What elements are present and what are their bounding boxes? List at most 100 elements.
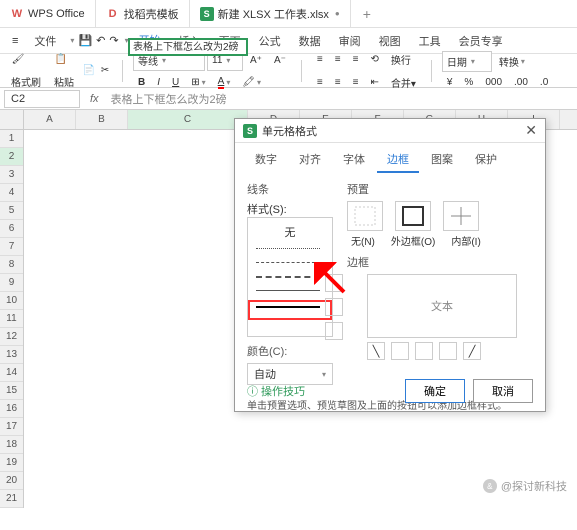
line-style-dashed[interactable] [256,262,320,270]
border-diag-up-button[interactable]: ╱ [463,342,481,360]
fill-color-icon[interactable]: 🖍▾ [237,73,266,92]
line-style-list[interactable]: 无 [247,217,333,337]
row-header[interactable]: 17 [0,418,23,436]
border-right-button[interactable] [439,342,457,360]
line-style-dashdot[interactable] [256,276,320,284]
row-header[interactable]: 8 [0,256,23,274]
cancel-button[interactable]: 取消 [473,379,533,403]
row-header[interactable]: 2 [0,148,23,166]
align-right-icon[interactable]: ≡ [348,72,364,93]
formula-input[interactable]: 表格上下框怎么改为2磅 [105,91,233,107]
row-header[interactable]: 20 [0,472,23,490]
col-header-c[interactable]: C [128,110,248,129]
number-format-select[interactable]: 日期▾ [442,51,492,72]
align-middle-icon[interactable]: ≡ [330,49,346,70]
tab-border[interactable]: 边框 [377,147,419,173]
increase-font-icon[interactable]: A⁺ [245,50,267,71]
cell-c2[interactable]: 表格上下框怎么改为2磅 [128,38,248,56]
ok-button[interactable]: 确定 [405,379,465,403]
tab-wps-office[interactable]: W WPS Office [0,0,96,27]
tab-add-button[interactable]: + [351,6,383,22]
tab-template[interactable]: D 找稻壳模板 [96,0,190,27]
preset-none-button[interactable] [347,201,383,231]
redo-icon[interactable]: ↷ [109,34,118,47]
help-link[interactable]: ⓘ 操作技巧 [247,383,305,399]
row-header[interactable]: 10 [0,292,23,310]
row-header[interactable]: 12 [0,328,23,346]
merge-icon[interactable]: 合并▾ [386,72,421,93]
decimal-inc-icon[interactable]: .00 [509,74,533,91]
align-left-icon[interactable]: ≡ [312,72,328,93]
paste-button[interactable]: 📋 [49,49,79,69]
style-none[interactable]: 无 [252,222,328,242]
row-header[interactable]: 13 [0,346,23,364]
border-top-button[interactable] [325,274,343,292]
border-middle-v-button[interactable] [415,342,433,360]
line-style-dotted[interactable] [256,248,320,256]
cut-icon[interactable]: ✂ [98,64,112,78]
font-color-icon[interactable]: A▾ [213,73,236,92]
preset-inside-button[interactable] [443,201,479,231]
hamburger-icon[interactable]: ≡ [8,35,22,47]
decimal-dec-icon[interactable]: .0 [535,74,553,91]
col-header-j[interactable]: J [560,110,577,129]
save-icon[interactable]: 💾 [78,34,92,47]
copy-icon[interactable]: 📄 [82,64,96,78]
close-button[interactable]: ✕ [525,122,537,139]
tab-document[interactable]: S 新建 XLSX 工作表.xlsx ● [190,0,351,27]
tab-align[interactable]: 对齐 [289,147,331,173]
row-header[interactable]: 18 [0,436,23,454]
row-header[interactable]: 16 [0,400,23,418]
row-header[interactable]: 14 [0,364,23,382]
indent-left-icon[interactable]: ⇤ [365,72,383,93]
orientation-icon[interactable]: ⟲ [365,49,383,70]
col-header-a[interactable]: A [24,110,76,129]
bold-icon[interactable]: B [133,73,150,92]
align-top-icon[interactable]: ≡ [312,49,328,70]
underline-icon[interactable]: U [167,73,184,92]
row-header[interactable]: 3 [0,166,23,184]
tab-dropdown-icon[interactable]: ● [335,9,340,18]
undo-icon[interactable]: ↶ [96,34,105,47]
row-header[interactable]: 5 [0,202,23,220]
menu-vip[interactable]: 会员专享 [451,29,511,53]
row-header[interactable]: 6 [0,220,23,238]
border-icon[interactable]: ⊞▾ [186,73,210,92]
row-header[interactable]: 15 [0,382,23,400]
col-header-b[interactable]: B [76,110,128,129]
row-header[interactable]: 21 [0,490,23,508]
comma-icon[interactable]: 000 [480,74,507,91]
wrap-button[interactable]: 换行 [386,49,416,70]
border-middle-h-button[interactable] [325,298,343,316]
align-bottom-icon[interactable]: ≡ [348,49,364,70]
row-header[interactable]: 7 [0,238,23,256]
percent-icon[interactable]: % [459,74,478,91]
dialog-titlebar[interactable]: S 单元格格式 ✕ [235,119,545,143]
tab-font[interactable]: 字体 [333,147,375,173]
convert-button[interactable]: 转换▾ [494,51,530,72]
file-dropdown-icon[interactable]: ▾ [70,36,74,45]
italic-icon[interactable]: I [152,73,165,92]
currency-icon[interactable]: ¥ [442,74,458,91]
line-style-thick-selected[interactable] [252,304,328,316]
select-all-corner[interactable] [0,110,24,130]
row-header[interactable]: 1 [0,130,23,148]
fx-icon[interactable]: fx [84,93,105,105]
align-center-icon[interactable]: ≡ [330,72,346,93]
border-bottom-button[interactable] [325,322,343,340]
row-header[interactable]: 11 [0,310,23,328]
row-header[interactable]: 9 [0,274,23,292]
line-style-thin[interactable] [256,290,320,298]
tab-protect[interactable]: 保护 [465,147,507,173]
format-painter-button[interactable]: 🖌 [6,49,46,69]
row-header[interactable]: 4 [0,184,23,202]
border-diag-down-button[interactable]: ╲ [367,342,385,360]
border-preview[interactable]: 文本 [367,274,517,338]
preset-outline-button[interactable] [395,201,431,231]
decrease-font-icon[interactable]: A⁻ [269,50,291,71]
tab-number[interactable]: 数字 [245,147,287,173]
name-box[interactable]: C2 [4,90,80,108]
row-header[interactable]: 19 [0,454,23,472]
border-left-button[interactable] [391,342,409,360]
tab-pattern[interactable]: 图案 [421,147,463,173]
